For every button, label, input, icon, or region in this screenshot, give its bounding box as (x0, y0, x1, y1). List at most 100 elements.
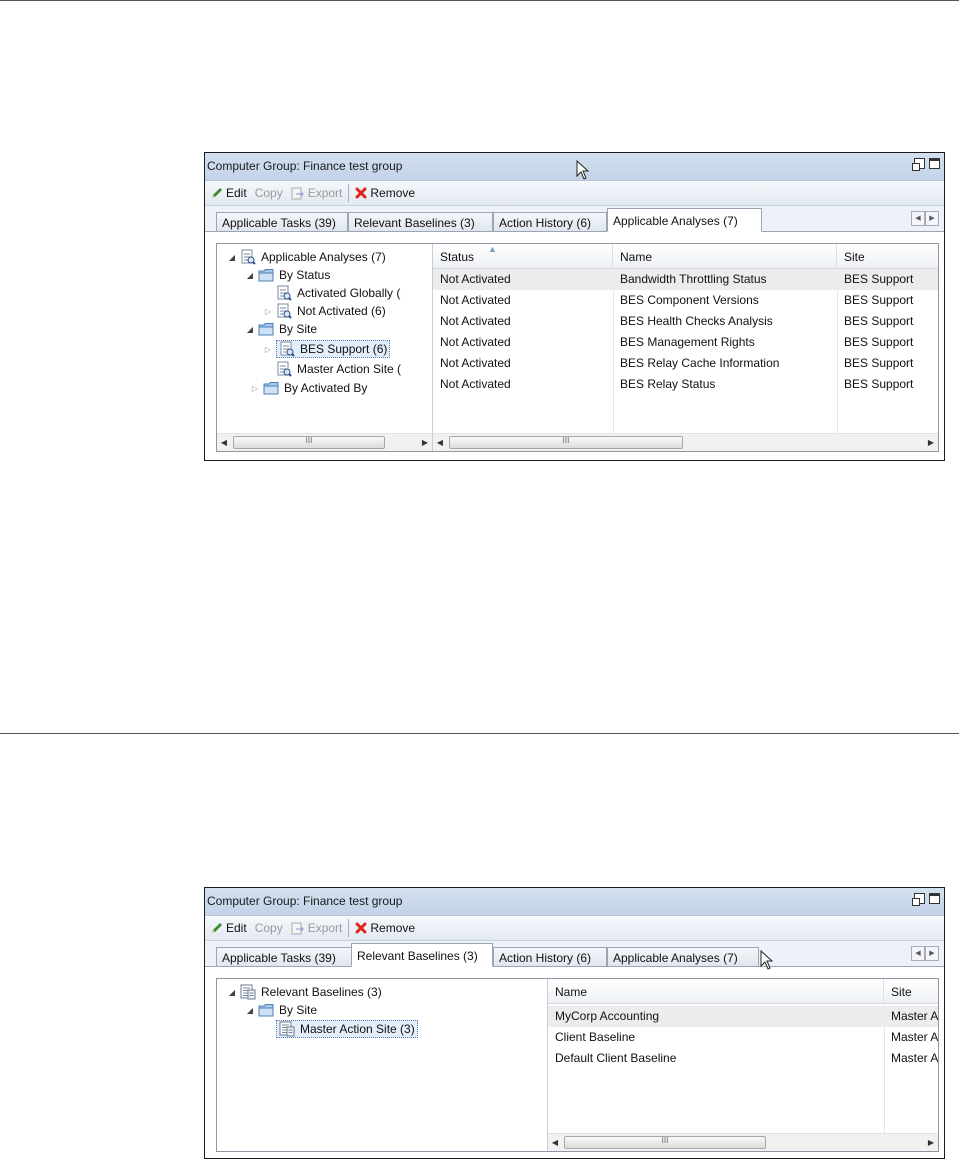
export-label: Export (307, 921, 343, 935)
table-row[interactable]: Not Activated BES Management Rights BES … (433, 332, 938, 353)
column-header-name[interactable]: Name (613, 244, 837, 268)
analysis-icon (280, 341, 295, 357)
remove-x-icon (355, 922, 367, 934)
copy-button[interactable]: Copy (251, 183, 287, 203)
maximize-window-icon[interactable] (929, 893, 940, 904)
scroll-right-icon[interactable]: ▶ (924, 434, 938, 451)
copy-button[interactable]: Copy (251, 918, 287, 938)
export-button[interactable]: Export (287, 183, 347, 203)
folder-icon (258, 1004, 274, 1017)
tab-relevant-baselines[interactable]: Relevant Baselines (3) (348, 212, 493, 232)
collapse-arrow-icon[interactable]: ◢ (227, 253, 237, 262)
tree-label: By Site (279, 322, 318, 336)
tree-item-master-action-site[interactable]: Master Action Site ( (276, 360, 401, 378)
collapse-arrow-icon[interactable]: ◢ (245, 1006, 255, 1015)
tab-relevant-baselines[interactable]: Relevant Baselines (3) (351, 943, 493, 967)
tree-item-applicable-analyses[interactable]: ◢ Applicable Analyses (7) (227, 248, 386, 266)
scroll-left-icon[interactable]: ◀ (217, 434, 231, 451)
table-header: ▲ Status Name Site (433, 244, 938, 269)
folder-icon (263, 382, 279, 395)
remove-button[interactable]: Remove (351, 918, 419, 938)
edit-label: Edit (226, 186, 247, 200)
tab-applicable-tasks[interactable]: Applicable Tasks (39) (216, 947, 354, 967)
tree-pane: ◢ Applicable Analyses (7) ◢ By Status Ac… (217, 244, 433, 451)
column-header-name[interactable]: Name (548, 979, 884, 1003)
copy-label: Copy (254, 921, 283, 935)
tab-scroll-right-icon[interactable]: ▶ (925, 946, 939, 961)
collapse-arrow-icon[interactable]: ◢ (245, 271, 255, 280)
edit-button[interactable]: Edit (207, 918, 251, 938)
tree-label: BES Support (6) (300, 342, 388, 356)
table-horizontal-scrollbar[interactable]: ◀ III ▶ (433, 433, 938, 451)
results-table: Name Site MyCorp Accounting Master A Cli… (548, 979, 938, 1151)
scroll-left-icon[interactable]: ◀ (433, 434, 447, 451)
export-label: Export (307, 186, 343, 200)
collapse-arrow-icon[interactable]: ◢ (227, 988, 237, 997)
table-horizontal-scrollbar[interactable]: ◀ III ▶ (548, 1133, 938, 1151)
tree-pane: ◢ Relevant Baselines (3) ◢ By Site Maste… (217, 979, 548, 1151)
table-row[interactable]: Not Activated BES Component Versions BES… (433, 290, 938, 311)
tree-label: Activated Globally ( (297, 286, 401, 300)
computer-group-panel-baselines: Computer Group: Finance test group Edit … (204, 887, 945, 1159)
analysis-icon (277, 303, 292, 319)
tree-item-not-activated[interactable]: ▷ Not Activated (6) (263, 302, 386, 320)
table-row[interactable]: Not Activated BES Health Checks Analysis… (433, 311, 938, 332)
edit-label: Edit (226, 921, 247, 935)
column-header-status[interactable]: ▲ Status (433, 244, 613, 268)
tree-item-master-action-site[interactable]: Master Action Site (3) (276, 1020, 418, 1038)
export-icon (291, 922, 304, 934)
baseline-icon (279, 1021, 295, 1037)
scroll-right-icon[interactable]: ▶ (924, 1134, 938, 1151)
remove-button[interactable]: Remove (351, 183, 419, 203)
tree-item-bes-support[interactable]: ▷ BES Support (6) (263, 340, 391, 358)
column-header-site[interactable]: Site (884, 979, 938, 1003)
tree-label: By Activated By (284, 381, 368, 395)
tree-horizontal-scrollbar[interactable]: ◀ III ▶ (217, 433, 432, 451)
scrollbar-thumb[interactable]: III (449, 436, 683, 449)
restore-window-icon[interactable] (912, 893, 925, 906)
tab-scroll-right-icon[interactable]: ▶ (925, 211, 939, 226)
analysis-icon (277, 361, 292, 377)
maximize-window-icon[interactable] (929, 158, 940, 169)
restore-window-icon[interactable] (912, 158, 925, 171)
remove-x-icon (355, 187, 367, 199)
selected-tree-node[interactable]: BES Support (6) (276, 340, 391, 358)
tab-applicable-tasks[interactable]: Applicable Tasks (39) (216, 212, 348, 232)
expand-arrow-icon[interactable]: ▷ (250, 384, 260, 393)
tree-item-activated-globally[interactable]: Activated Globally ( (276, 284, 400, 302)
export-button[interactable]: Export (287, 918, 347, 938)
folder-icon (258, 323, 274, 336)
expand-arrow-icon[interactable]: ▷ (263, 307, 273, 316)
table-header: Name Site (548, 979, 938, 1004)
tab-applicable-analyses[interactable]: Applicable Analyses (7) (607, 947, 759, 967)
analysis-icon (277, 285, 292, 301)
tree-item-by-status[interactable]: ◢ By Status (245, 266, 330, 284)
scrollbar-thumb[interactable]: III (233, 436, 385, 449)
tree-label: Relevant Baselines (3) (261, 985, 382, 999)
tree-item-by-activated-by[interactable]: ▷ By Activated By (250, 379, 367, 397)
tab-scroll-left-icon[interactable]: ◀ (911, 946, 925, 961)
scroll-right-icon[interactable]: ▶ (418, 434, 432, 451)
table-row[interactable]: Default Client Baseline Master A (548, 1048, 938, 1069)
selected-tree-node[interactable]: Master Action Site (3) (276, 1020, 418, 1038)
tree-item-relevant-baselines[interactable]: ◢ Relevant Baselines (3) (227, 983, 382, 1001)
tab-action-history[interactable]: Action History (6) (493, 947, 607, 967)
expand-arrow-icon[interactable]: ▷ (263, 345, 273, 354)
scroll-left-icon[interactable]: ◀ (548, 1134, 562, 1151)
tab-scroll-left-icon[interactable]: ◀ (911, 211, 925, 226)
table-row[interactable]: Client Baseline Master A (548, 1027, 938, 1048)
column-header-site[interactable]: Site (837, 244, 938, 268)
collapse-arrow-icon[interactable]: ◢ (245, 325, 255, 334)
tree-item-by-site[interactable]: ◢ By Site (245, 1001, 317, 1019)
tree-item-by-site[interactable]: ◢ By Site (245, 320, 317, 338)
table-row[interactable]: Not Activated BES Relay Cache Informatio… (433, 353, 938, 374)
table-row[interactable]: Not Activated BES Relay Status BES Suppo… (433, 374, 938, 395)
tab-applicable-analyses[interactable]: Applicable Analyses (7) (607, 208, 762, 232)
scrollbar-thumb[interactable]: III (564, 1136, 766, 1149)
tab-action-history[interactable]: Action History (6) (493, 212, 607, 232)
table-row[interactable]: Not Activated Bandwidth Throttling Statu… (433, 269, 938, 290)
middle-divider (0, 733, 959, 734)
table-row[interactable]: MyCorp Accounting Master A (548, 1006, 938, 1027)
remove-label: Remove (370, 921, 416, 935)
edit-button[interactable]: Edit (207, 183, 251, 203)
